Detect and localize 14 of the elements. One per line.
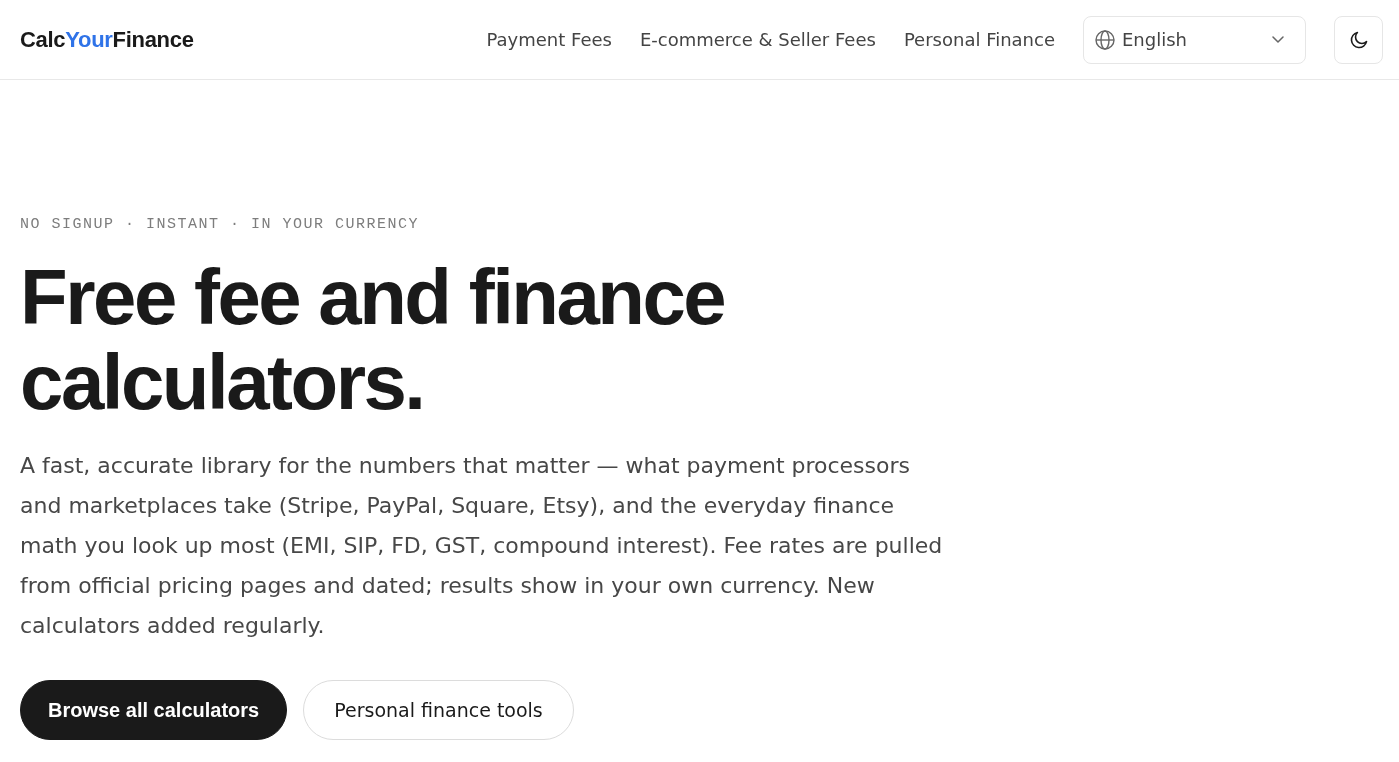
language-select[interactable]: English [1083, 15, 1306, 64]
secondary-button[interactable]: Personal finance tools [303, 680, 574, 740]
hero-heading: Free fee and finance calculators. [20, 255, 726, 425]
nav-link[interactable]: Personal Finance [903, 29, 1055, 50]
site-logo[interactable]: CalcYourFinance [20, 26, 194, 53]
nav-link[interactable]: E-commerce & Seller Fees [639, 29, 876, 50]
nav-link[interactable]: Payment Fees [486, 29, 612, 50]
moon-icon [1348, 29, 1369, 50]
globe-icon [1095, 29, 1115, 50]
chevron-down-icon [1272, 36, 1284, 43]
hero-description: A fast, accurate library for the numbers that matter — what payment processors and marketplaces take (Stripe, PayPal, Square, Etsy), and the everyday finance math you look up most (EMI, SIP, FD, GST, compound interest). Fee rates are pulled from official pricing pages and dated; results show in your own currency. New calculators added regularly. [20, 452, 944, 640]
theme-toggle-button[interactable] [1334, 15, 1383, 64]
primary-button[interactable]: Browse all calculators [20, 680, 288, 740]
tagline-text: NO SIGNUP · INSTANT · IN YOUR CURRENCY [20, 215, 421, 235]
